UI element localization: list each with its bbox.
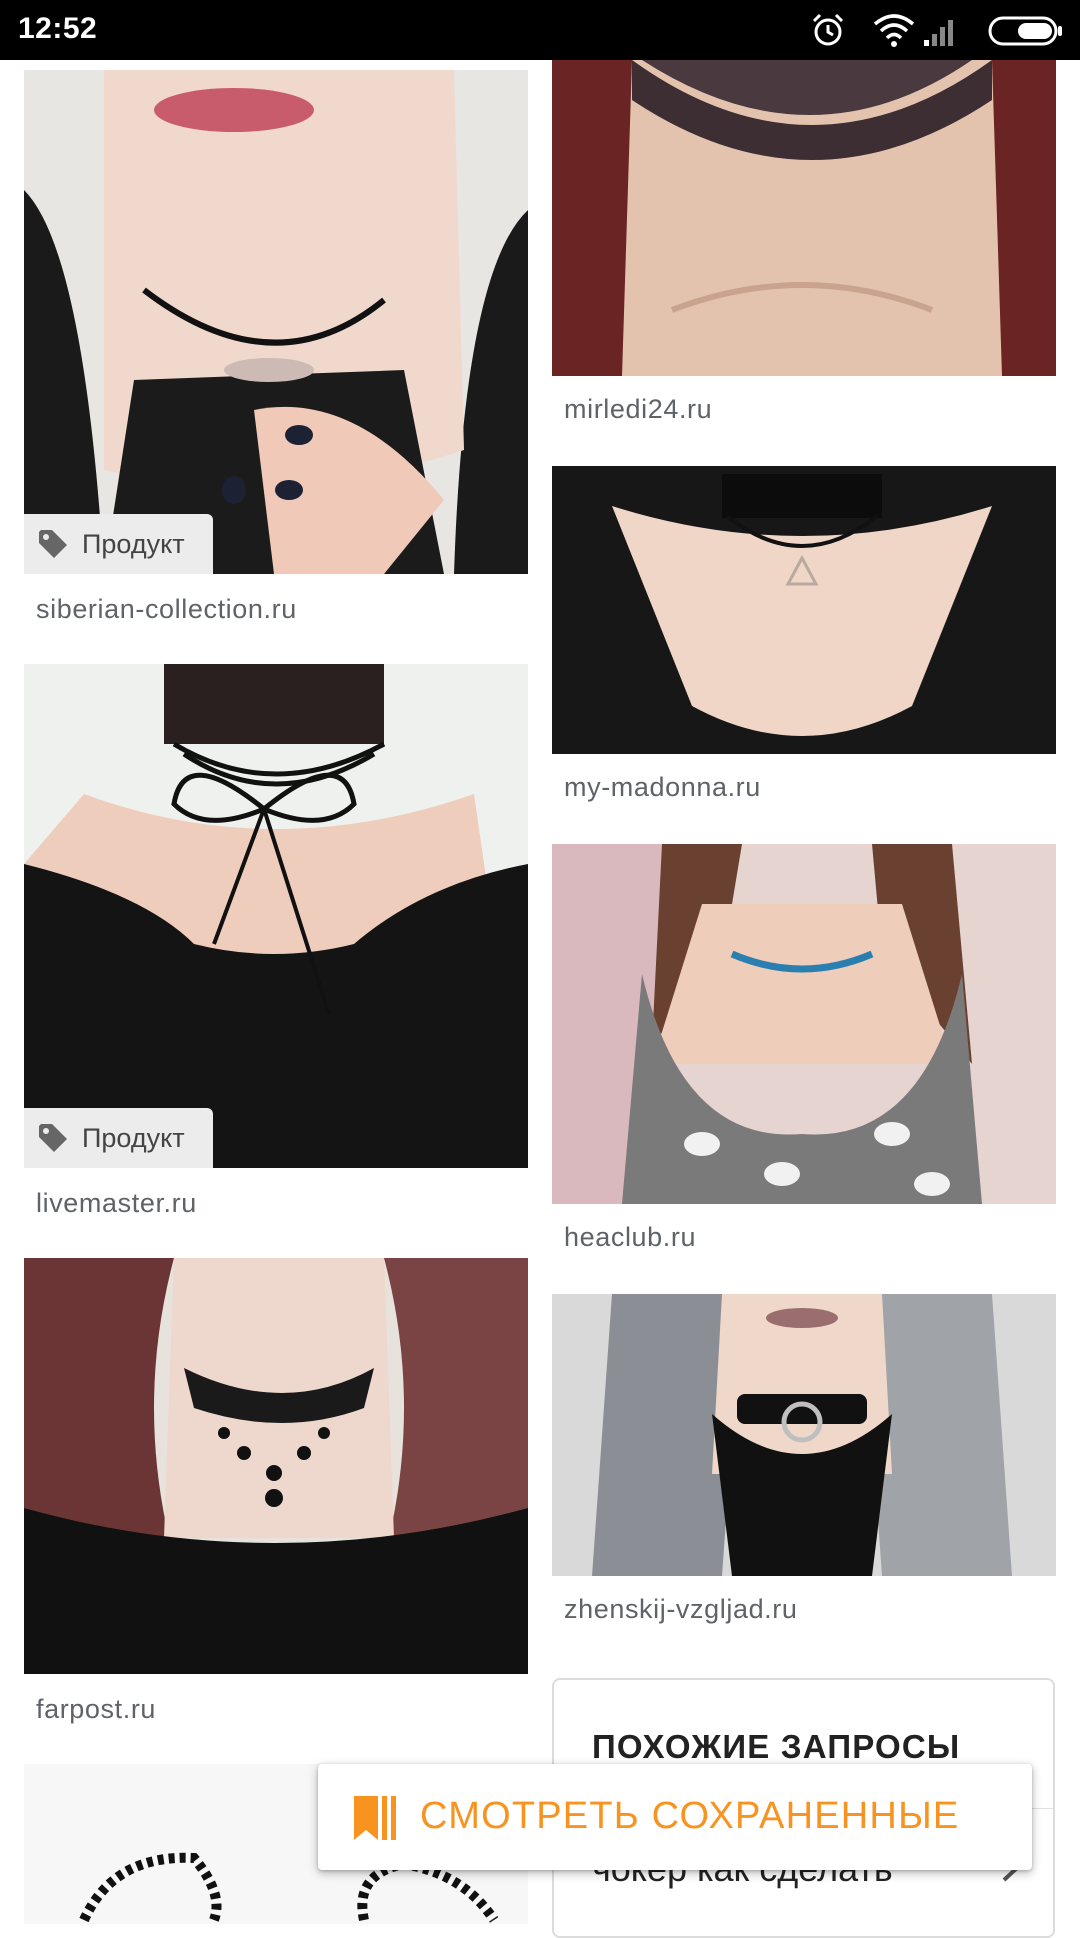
wifi-icon bbox=[873, 14, 915, 47]
result-source[interactable]: heaclub.ru bbox=[564, 1222, 696, 1253]
view-saved-label: СМОТРЕТЬ СОХРАНЕННЫЕ bbox=[420, 1795, 960, 1837]
battery-icon bbox=[988, 16, 1062, 46]
product-badge-label: Продукт bbox=[82, 528, 185, 559]
result-source[interactable]: my-madonna.ru bbox=[564, 772, 761, 803]
result-card-heaclub[interactable]: heaclub.ru bbox=[552, 844, 1056, 1264]
signal-icon bbox=[924, 20, 953, 46]
result-source[interactable]: farpost.ru bbox=[36, 1694, 156, 1725]
tag-icon bbox=[39, 530, 67, 558]
product-badge-label: Продукт bbox=[82, 1122, 185, 1153]
result-card-zhenskij[interactable]: zhenskij-vzgljad.ru bbox=[552, 1294, 1056, 1644]
result-card-farpost[interactable]: farpost.ru bbox=[24, 1258, 528, 1738]
product-badge: Продукт bbox=[24, 1108, 213, 1168]
view-saved-button[interactable]: СМОТРЕТЬ СОХРАНЕННЫЕ bbox=[318, 1764, 1032, 1870]
result-image[interactable] bbox=[552, 1294, 1056, 1576]
result-card-siberian[interactable]: Продукт siberian-collection.ru bbox=[24, 70, 528, 630]
related-searches-title: ПОХОЖИЕ ЗАПРОСЫ bbox=[592, 1728, 961, 1765]
status-time: 12:52 bbox=[18, 12, 98, 45]
alarm-icon bbox=[812, 13, 844, 46]
result-image[interactable] bbox=[552, 466, 1056, 754]
result-source[interactable]: zhenskij-vzgljad.ru bbox=[564, 1594, 798, 1625]
result-image[interactable] bbox=[552, 844, 1056, 1204]
tag-icon bbox=[39, 1124, 67, 1152]
result-source[interactable]: siberian-collection.ru bbox=[36, 594, 297, 625]
result-source[interactable]: mirledi24.ru bbox=[564, 394, 712, 425]
result-image[interactable] bbox=[24, 1258, 528, 1674]
result-card-livemaster[interactable]: Продукт livemaster.ru bbox=[24, 664, 528, 1224]
result-image[interactable]: Продукт bbox=[24, 664, 528, 1168]
result-image[interactable] bbox=[552, 60, 1056, 376]
result-source[interactable]: livemaster.ru bbox=[36, 1188, 197, 1219]
result-card-madonna[interactable]: my-madonna.ru bbox=[552, 466, 1056, 816]
bookmark-icon bbox=[354, 1796, 396, 1840]
status-bar: 12:52 bbox=[0, 0, 1080, 60]
product-badge: Продукт bbox=[24, 514, 213, 574]
result-image[interactable]: Продукт bbox=[24, 70, 528, 574]
result-card-mirledi[interactable]: mirledi24.ru bbox=[552, 60, 1056, 440]
